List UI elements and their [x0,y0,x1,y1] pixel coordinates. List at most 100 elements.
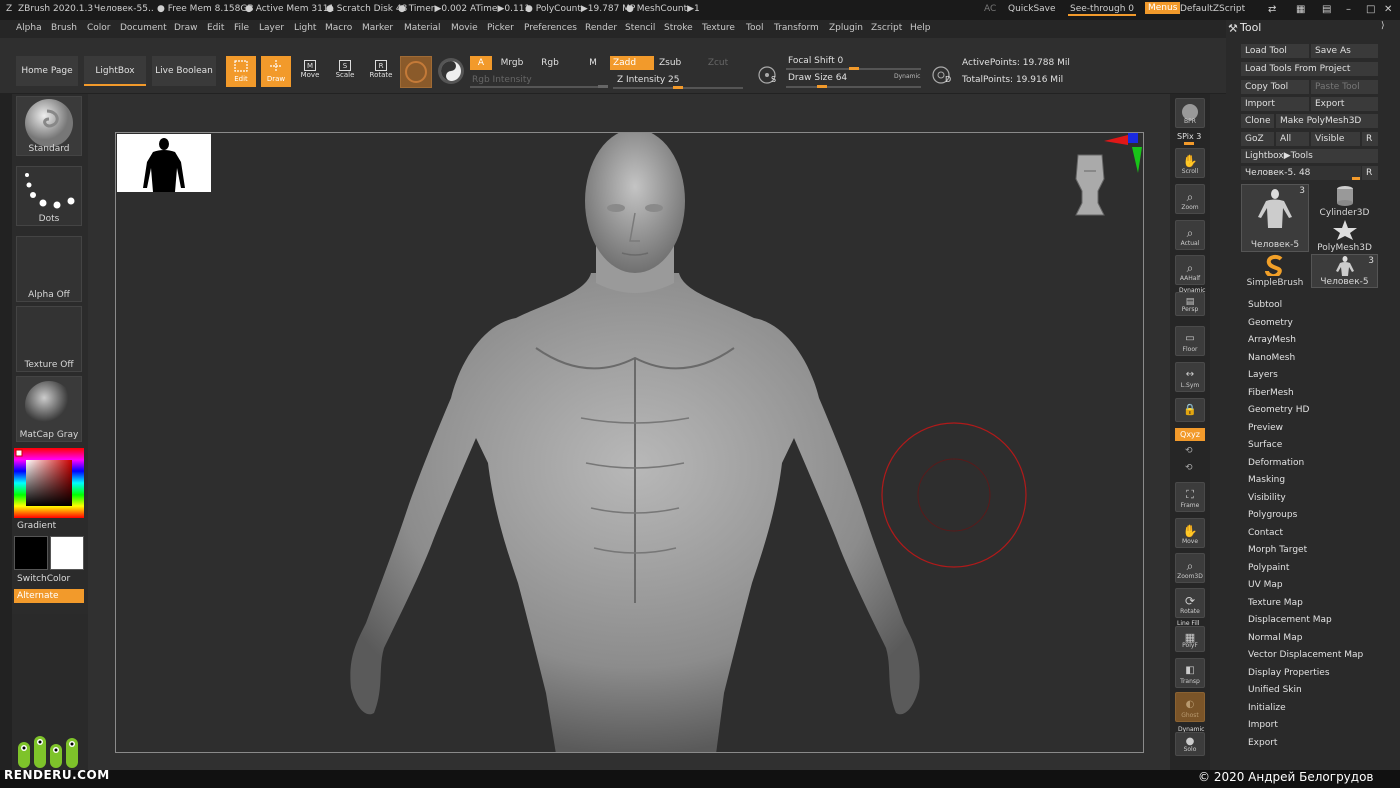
subpalette-import[interactable]: Import [1248,720,1278,730]
gradient-label[interactable]: Gradient [17,521,83,531]
menu-movie[interactable]: Movie [451,23,478,33]
menu-help[interactable]: Help [910,23,931,33]
subpalette-surface[interactable]: Surface [1248,440,1282,450]
menu-transform[interactable]: Transform [774,23,819,33]
subpalette-contact[interactable]: Contact [1248,528,1283,538]
s-brush-button[interactable]: S [756,64,778,86]
tool-thumb-simplebrush[interactable]: SimpleBrush [1241,254,1309,288]
subpalette-geometry[interactable]: Geometry [1248,318,1293,328]
mrgb-button[interactable]: Mrgb [494,56,530,70]
goz-all-button[interactable]: All [1276,132,1309,146]
tool-thumb-human-2[interactable]: 3 Человек-5 [1311,254,1378,288]
tool-r-button[interactable]: R [1362,166,1378,180]
dynamic-toggle[interactable]: Dynamic [894,73,920,80]
menu-marker[interactable]: Marker [362,23,393,33]
ghost-button[interactable]: ◐ Ghost [1175,692,1205,722]
subpalette-uv-map[interactable]: UV Map [1248,580,1283,590]
load-tool-button[interactable]: Load Tool [1241,44,1309,58]
zoom3d-button[interactable]: ⌕ Zoom3D [1175,553,1205,583]
alpha-selector[interactable]: Alpha Off [16,236,82,302]
subpalette-deformation[interactable]: Deformation [1248,458,1304,468]
draw-size-slider[interactable]: Draw Size 64 [788,73,847,83]
rotate-mode-button[interactable]: R Rotate [367,56,395,87]
quicksave-button[interactable]: QuickSave [1008,4,1056,14]
menu-alpha[interactable]: Alpha [16,23,42,33]
document-canvas[interactable] [115,132,1144,753]
subpalette-geometry-hd[interactable]: Geometry HD [1248,405,1309,415]
secondary-color-swatch[interactable] [50,536,84,570]
goz-button[interactable]: GoZ [1241,132,1274,146]
menu-tool[interactable]: Tool [746,23,763,33]
zadd-button[interactable]: Zadd [610,56,654,70]
alternate-button[interactable]: Alternate [14,589,84,603]
spix-slider[interactable]: SPix 3 [1177,132,1201,141]
subpalette-unified-skin[interactable]: Unified Skin [1248,685,1302,695]
window-arrows-icon[interactable]: ⇄ [1268,4,1276,15]
aahalf-button[interactable]: ⌕ AAHalf [1175,255,1205,285]
actual-button[interactable]: ⌕ Actual [1175,220,1205,250]
tool-thumb-polymesh[interactable]: PolyMesh3D [1311,219,1378,253]
grid-layout-icon[interactable]: ▦ [1296,4,1305,15]
subpalette-preview[interactable]: Preview [1248,423,1283,433]
xyz-symmetry-button[interactable]: Qxyz [1175,428,1205,441]
menu-render[interactable]: Render [585,23,617,33]
main-color-swatch[interactable] [14,536,48,570]
tool-thumb-human[interactable]: 3 Человек-5 [1241,184,1309,252]
palette-collapse-icon[interactable]: ⟩ [1381,21,1385,31]
move-mode-button[interactable]: M Move [297,56,323,87]
subpalette-texture-map[interactable]: Texture Map [1248,598,1303,608]
zsub-button[interactable]: Zsub [656,56,696,70]
lightbox-button[interactable]: LightBox [84,56,146,86]
zoom-button[interactable]: ⌕ Zoom [1175,184,1205,214]
color-picker[interactable] [14,448,84,518]
menu-preferences[interactable]: Preferences [524,23,577,33]
menu-document[interactable]: Document [120,23,167,33]
subpalette-polypaint[interactable]: Polypaint [1248,563,1289,573]
axis-indicator[interactable] [1102,133,1143,179]
focal-shift-slider[interactable]: Focal Shift 0 [788,56,843,66]
menu-zplugin[interactable]: Zplugin [829,23,863,33]
maximize-icon[interactable]: □ [1366,4,1375,15]
rotate-z-icon[interactable]: ⟲ [1185,463,1193,473]
export-tool-button[interactable]: Export [1311,97,1378,111]
goz-visible-button[interactable]: Visible [1311,132,1360,146]
minimize-icon[interactable]: – [1346,4,1351,15]
subpalette-layers[interactable]: Layers [1248,370,1278,380]
menu-picker[interactable]: Picker [487,23,514,33]
rotate-view-button[interactable]: ⟳ Rotate [1175,588,1205,618]
switchcolor-button[interactable]: SwitchColor [17,574,83,584]
d-brush-button[interactable]: D [930,64,952,86]
menu-zscript[interactable]: Zscript [871,23,902,33]
texture-selector[interactable]: Texture Off [16,306,82,372]
bpr-button[interactable]: BPR [1175,98,1205,128]
stroke-selector[interactable]: Dots [16,166,82,226]
subpalette-fibermesh[interactable]: FiberMesh [1248,388,1294,398]
draw-mode-button[interactable]: Draw [261,56,291,87]
frame-button[interactable]: ⛶ Frame [1175,482,1205,512]
close-icon[interactable]: ✕ [1384,4,1392,15]
menu-material[interactable]: Material [404,23,441,33]
scroll-button[interactable]: ✋ Scroll [1175,148,1205,178]
local-symmetry-button[interactable]: ↔ L.Sym [1175,362,1205,392]
menu-macro[interactable]: Macro [325,23,352,33]
subpalette-polygroups[interactable]: Polygroups [1248,510,1297,520]
layout-icon[interactable]: ▤ [1322,4,1331,15]
clone-button[interactable]: Clone [1241,114,1274,128]
m-button[interactable]: M [584,56,602,70]
persp-button[interactable]: ▤ Persp [1175,292,1205,316]
current-tool-slider[interactable]: Человек-5. 48 [1241,166,1361,180]
live-boolean-button[interactable]: Live Boolean [152,56,216,86]
brush-selector[interactable]: Standard [16,96,82,156]
floor-button[interactable]: ▭ Floor [1175,326,1205,356]
subpalette-displacement-map[interactable]: Displacement Map [1248,615,1332,625]
subpalette-display-properties[interactable]: Display Properties [1248,668,1330,678]
edit-mode-button[interactable]: Edit [226,56,256,87]
menu-brush[interactable]: Brush [51,23,77,33]
menu-edit[interactable]: Edit [207,23,224,33]
solo-button[interactable]: ● Solo [1175,732,1205,756]
load-tools-from-project-button[interactable]: Load Tools From Project [1241,62,1378,76]
home-page-button[interactable]: Home Page [16,56,78,86]
polyf-button[interactable]: ▦ PolyF [1175,626,1205,652]
z-intensity-slider[interactable]: Z Intensity 25 [617,75,680,85]
a-button[interactable]: A [470,56,492,70]
